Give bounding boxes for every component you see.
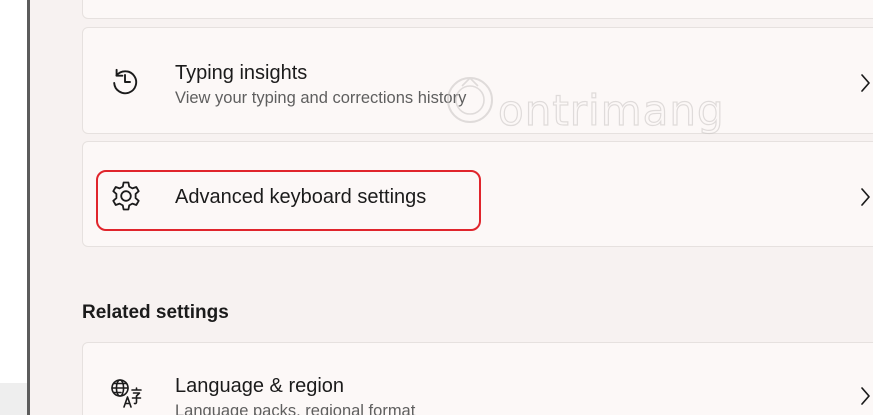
- history-clock-icon: [108, 64, 142, 98]
- item-subtitle: Language packs, regional format: [175, 402, 416, 415]
- pane-divider: [27, 0, 30, 415]
- settings-page: Typing insights View your typing and cor…: [0, 0, 873, 415]
- item-title: Typing insights: [175, 62, 308, 84]
- watermark-text: ontrimang: [497, 85, 725, 135]
- left-pane: [0, 0, 27, 415]
- section-heading: Related settings: [82, 302, 229, 323]
- settings-card-previous[interactable]: [82, 0, 873, 19]
- chevron-right-icon: [859, 72, 873, 94]
- language-icon: [109, 377, 143, 411]
- watermark: ontrimang: [440, 68, 740, 138]
- chevron-right-icon: [859, 186, 873, 208]
- highlight-annotation: [96, 170, 481, 231]
- left-pane-bottom: [0, 383, 27, 415]
- watermark-logo-icon: [440, 68, 500, 128]
- item-subtitle: View your typing and corrections history: [175, 89, 467, 107]
- item-title: Language & region: [175, 375, 345, 397]
- settings-item-language-region[interactable]: Language & region Language packs, region…: [82, 342, 873, 415]
- chevron-right-icon: [859, 385, 873, 407]
